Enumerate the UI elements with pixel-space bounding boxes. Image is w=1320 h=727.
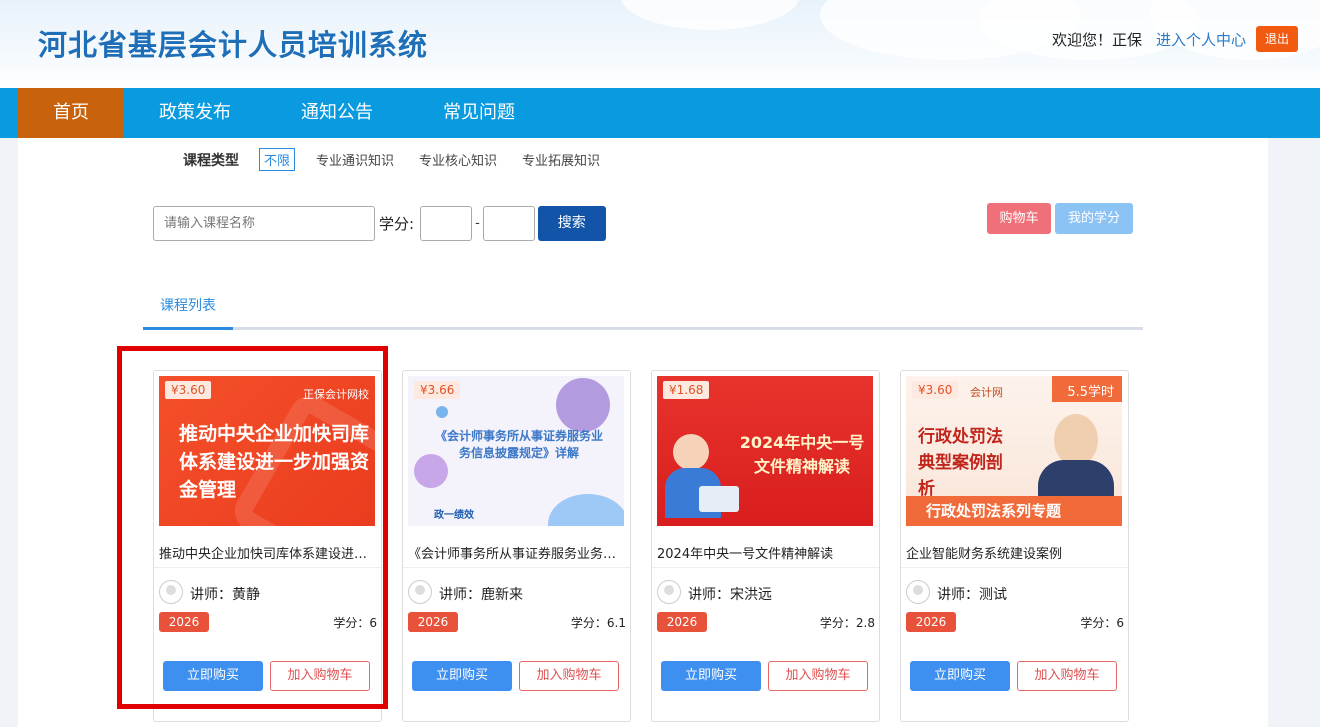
buy-now-button[interactable]: 立即购买 <box>910 661 1010 691</box>
credit-value: 学分：2.8 <box>819 616 875 630</box>
price-tag: ¥3.60 <box>912 381 959 399</box>
price-tag: ¥3.60 <box>165 381 212 399</box>
credit-label: 学分: <box>379 215 415 233</box>
course-title[interactable]: 2024年中央一号文件精神解读 <box>657 543 873 562</box>
course-title[interactable]: 《会计师事务所从事证券服务业务信息披露规定》详解 <box>408 543 624 562</box>
buy-now-button[interactable]: 立即购买 <box>412 661 512 691</box>
credit-max-input[interactable] <box>482 206 535 241</box>
range-dash: - <box>475 216 480 231</box>
course-card[interactable]: ¥3.60 正保会计网校 推动中央企业加快司库体系建设进一步加强资金管理 推动中… <box>153 370 382 722</box>
brand-logo-text: 政一绩效 <box>434 510 474 521</box>
divider <box>154 567 381 568</box>
nav-item-home[interactable]: 首页 <box>18 88 124 138</box>
add-to-cart-button[interactable]: 加入购物车 <box>519 661 619 691</box>
credit-value: 学分：6.1 <box>570 616 626 630</box>
year-badge: 2026 <box>408 612 458 632</box>
divider <box>901 567 1128 568</box>
logout-button[interactable]: 退出 <box>1255 26 1298 52</box>
course-thumbnail[interactable]: 5.5学时 ¥3.60 会计网 行政处罚法典型案例剖析 行政处罚法系列专题 <box>906 376 1122 526</box>
course-card[interactable]: 5.5学时 ¥3.60 会计网 行政处罚法典型案例剖析 行政处罚法系列专题 企业… <box>900 370 1129 722</box>
price-tag: ¥3.66 <box>414 381 461 399</box>
divider <box>652 567 879 568</box>
user-center-link[interactable]: 进入个人中心 <box>1156 29 1246 50</box>
tab-bar: 课程列表 <box>143 288 1143 330</box>
course-title[interactable]: 推动中央企业加快司库体系建设进一步加强资金管理 <box>159 543 375 562</box>
year-badge: 2026 <box>657 612 707 632</box>
year-badge: 2026 <box>906 612 956 632</box>
course-thumbnail[interactable]: ¥1.68 2024年中央一号文件精神解读 <box>657 376 873 526</box>
teacher-avatar <box>906 580 930 604</box>
teacher-avatar <box>408 580 432 604</box>
search-button[interactable]: 搜索 <box>537 206 606 241</box>
buy-now-button[interactable]: 立即购买 <box>661 661 761 691</box>
site-title: 河北省基层会计人员培训系统 <box>38 28 429 62</box>
nav-item-notice[interactable]: 通知公告 <box>266 88 408 138</box>
add-to-cart-button[interactable]: 加入购物车 <box>270 661 370 691</box>
welcome-text: 欢迎您！正保 <box>1051 30 1142 49</box>
cart-button[interactable]: 购物车 <box>987 203 1051 234</box>
teacher-name: 讲师：宋洪远 <box>688 587 772 603</box>
thumbnail-title: 2024年中央一号文件精神解读 <box>739 433 865 476</box>
main-nav: 首页 政策发布 通知公告 常见问题 <box>0 88 1320 138</box>
teacher-name: 讲师：鹿新来 <box>439 587 523 603</box>
user-area: 欢迎您！正保 进入个人中心 退出 <box>1052 26 1298 52</box>
thumbnail-subtitle: 行政处罚法系列专题 <box>926 502 1062 520</box>
nav-item-policy[interactable]: 政策发布 <box>124 88 266 138</box>
brand-logo-text: 正保会计网校 <box>303 388 369 401</box>
filter-option-core[interactable]: 专业核心知识 <box>415 149 501 170</box>
filter-option-extended[interactable]: 专业拓展知识 <box>518 149 604 170</box>
course-card[interactable]: ¥1.68 2024年中央一号文件精神解读 2024年中央一号文件精神解读 讲师… <box>651 370 880 722</box>
thumbnail-title: 《会计师事务所从事证券服务业务信息披露规定》详解 <box>434 429 603 460</box>
credit-min-input[interactable] <box>420 206 473 241</box>
brand-logo-text: 会计网 <box>970 386 1003 399</box>
thumbnail-title: 行政处罚法典型案例剖析 <box>918 427 1003 499</box>
tab-course-list[interactable]: 课程列表 <box>143 288 233 330</box>
teacher-name: 讲师：黄静 <box>190 587 260 603</box>
my-credit-button[interactable]: 我的学分 <box>1055 203 1133 234</box>
filter-option-all[interactable]: 不限 <box>259 148 296 171</box>
course-name-input[interactable] <box>153 206 375 241</box>
thumbnail-title: 推动中央企业加快司库体系建设进一步加强资金管理 <box>179 423 370 501</box>
add-to-cart-button[interactable]: 加入购物车 <box>1017 661 1117 691</box>
credit-value: 学分：6 <box>333 616 377 630</box>
course-title[interactable]: 企业智能财务系统建设案例 <box>906 543 1122 562</box>
teacher-name: 讲师：测试 <box>937 587 1007 603</box>
filter-label: 课程类型 <box>183 152 239 169</box>
divider <box>403 567 630 568</box>
price-tag: ¥1.68 <box>663 381 710 399</box>
hours-badge: 5.5学时 <box>1067 385 1114 400</box>
year-badge: 2026 <box>159 612 209 632</box>
add-to-cart-button[interactable]: 加入购物车 <box>768 661 868 691</box>
credit-value: 学分：6 <box>1080 616 1124 630</box>
course-thumbnail[interactable]: ¥3.60 正保会计网校 推动中央企业加快司库体系建设进一步加强资金管理 <box>159 376 375 526</box>
course-thumbnail[interactable]: ¥3.66 《会计师事务所从事证券服务业务信息披露规定》详解 政一绩效 <box>408 376 624 526</box>
course-card[interactable]: ¥3.66 《会计师事务所从事证券服务业务信息披露规定》详解 政一绩效 《会计师… <box>402 370 631 722</box>
filter-option-general[interactable]: 专业通识知识 <box>312 149 398 170</box>
teacher-avatar <box>657 580 681 604</box>
nav-item-faq[interactable]: 常见问题 <box>408 88 550 138</box>
search-row: 学分: - 搜索 <box>153 206 606 241</box>
teacher-avatar <box>159 580 183 604</box>
buy-now-button[interactable]: 立即购买 <box>163 661 263 691</box>
course-type-filter: 课程类型 不限 专业通识知识 专业核心知识 专业拓展知识 <box>183 148 621 171</box>
site-header: 河北省基层会计人员培训系统 欢迎您！正保 进入个人中心 退出 <box>0 0 1320 88</box>
